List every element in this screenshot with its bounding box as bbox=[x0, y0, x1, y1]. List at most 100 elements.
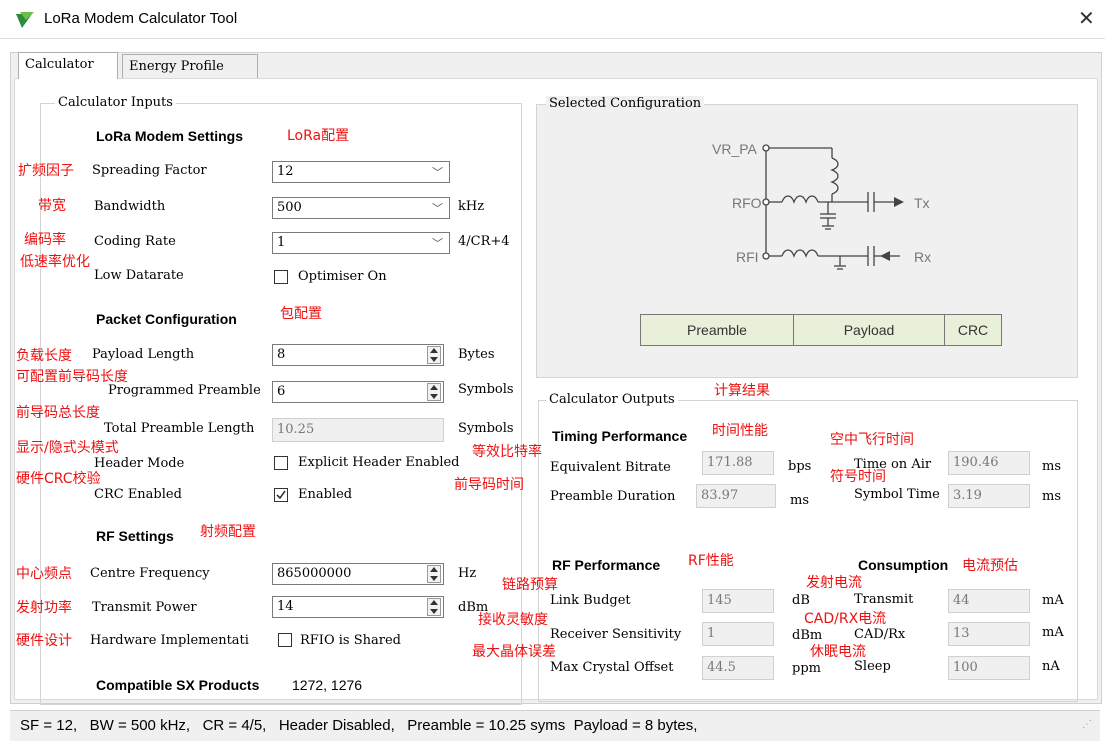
preamble-label: Programmed Preamble bbox=[108, 383, 261, 398]
hw-checkbox[interactable] bbox=[278, 633, 292, 647]
ldr-checkbox[interactable] bbox=[274, 270, 288, 284]
freq-note: 中心频点 bbox=[16, 566, 72, 582]
freq-unit: Hz bbox=[458, 566, 477, 581]
eq-field: 171.88 bbox=[702, 451, 774, 475]
status-bar: SF = 12, BW = 500 kHz, CR = 4/5, Header … bbox=[10, 710, 1100, 741]
freq-label: Centre Frequency bbox=[90, 566, 210, 581]
crc-note: 硬件CRC校验 bbox=[16, 471, 101, 487]
header-label: Header Mode bbox=[94, 456, 185, 471]
cr-value: 1 bbox=[277, 235, 286, 250]
payload-unit: Bytes bbox=[458, 347, 495, 362]
header-check-label: Explicit Header Enabled bbox=[298, 455, 460, 470]
chevron-down-icon: ﹀ bbox=[432, 166, 443, 179]
header-checkbox[interactable] bbox=[274, 456, 288, 470]
tab-energy-profile[interactable]: Energy Profile bbox=[122, 54, 258, 78]
pd-unit: ms bbox=[790, 493, 809, 508]
rfo-label: RFO bbox=[732, 195, 762, 211]
chevron-down-icon: ﹀ bbox=[432, 202, 443, 215]
pd-field: 83.97 bbox=[696, 484, 776, 508]
rf-perf-note: RF性能 bbox=[688, 553, 734, 569]
spin-arrows-icon[interactable] bbox=[427, 383, 441, 401]
eq-unit: bps bbox=[788, 459, 812, 474]
spin-arrows-icon[interactable] bbox=[427, 598, 441, 616]
consumption-note: 电流预估 bbox=[962, 558, 1018, 574]
calculator-inputs-title: Calculator Inputs bbox=[55, 95, 176, 110]
compat-label: Compatible SX Products bbox=[96, 677, 260, 693]
modem-note: LoRa配置 bbox=[287, 128, 350, 144]
preamble-spinbox[interactable]: 6 bbox=[272, 381, 444, 403]
mco-unit: ppm bbox=[792, 661, 821, 676]
st-label: Symbol Time bbox=[854, 487, 940, 502]
cad-unit: mA bbox=[1042, 625, 1064, 640]
total-label: Total Preamble Length bbox=[104, 421, 255, 436]
payload-spinbox[interactable]: 8 bbox=[272, 344, 444, 366]
header-note: 显示/隐式头模式 bbox=[16, 440, 119, 456]
tx-current-unit: mA bbox=[1042, 593, 1064, 608]
crc-checkbox[interactable] bbox=[274, 488, 288, 502]
lora-logo-icon bbox=[14, 10, 36, 30]
mco-note: 最大晶体误差 bbox=[472, 644, 556, 660]
rx-label: Rx bbox=[914, 249, 932, 265]
sf-label: Spreading Factor bbox=[92, 163, 207, 178]
preamble-value: 6 bbox=[277, 384, 286, 399]
ldr-label: Low Datarate bbox=[94, 268, 184, 283]
tx-current-note: 发射电流 bbox=[806, 575, 862, 591]
sleep-unit: nA bbox=[1042, 659, 1060, 674]
total-unit: Symbols bbox=[458, 421, 514, 436]
vr-pa-label: VR_PA bbox=[712, 141, 757, 157]
hw-check-label: RFIO is Shared bbox=[300, 633, 401, 648]
ldr-check-label: Optimiser On bbox=[298, 269, 387, 284]
cr-select[interactable]: 1 ﹀ bbox=[272, 232, 450, 254]
toa-unit: ms bbox=[1042, 459, 1061, 474]
rf-note: 射频配置 bbox=[200, 524, 256, 540]
tx-current-field: 44 bbox=[948, 589, 1030, 613]
window-title: LoRa Modem Calculator Tool bbox=[44, 10, 238, 27]
tx-label: Tx bbox=[914, 195, 930, 211]
selected-config-title: Selected Configuration bbox=[546, 96, 705, 111]
preamble-unit: Symbols bbox=[458, 382, 514, 397]
bw-note: 带宽 bbox=[38, 198, 66, 214]
pd-label: Preamble Duration bbox=[550, 489, 676, 504]
timing-note: 时间性能 bbox=[712, 423, 768, 439]
freq-value: 865000000 bbox=[277, 566, 352, 581]
hw-label: Hardware Implementati bbox=[90, 633, 249, 648]
power-spinbox[interactable]: 14 bbox=[272, 596, 444, 618]
bw-label: Bandwidth bbox=[94, 199, 166, 214]
ldr-note: 低速率优化 bbox=[20, 254, 90, 270]
payload-value: 8 bbox=[277, 347, 286, 362]
payload-label: Payload Length bbox=[92, 347, 195, 362]
close-icon[interactable]: ✕ bbox=[1078, 6, 1095, 30]
eq-label: Equivalent Bitrate bbox=[550, 460, 671, 475]
crc-check-label: Enabled bbox=[298, 487, 353, 502]
total-field: 10.25 bbox=[272, 418, 444, 442]
calculator-outputs-title: Calculator Outputs bbox=[546, 392, 678, 407]
freq-spinbox[interactable]: 865000000 bbox=[272, 563, 444, 585]
outputs-note: 计算结果 bbox=[714, 383, 770, 399]
cad-field: 13 bbox=[948, 622, 1030, 646]
bw-value: 500 bbox=[277, 200, 302, 215]
lb-note: 链路预算 bbox=[502, 577, 558, 593]
consumption-heading: Consumption bbox=[858, 557, 949, 573]
power-value: 14 bbox=[277, 599, 294, 614]
cr-label: Coding Rate bbox=[94, 234, 176, 249]
hw-note: 硬件设计 bbox=[16, 633, 72, 649]
bw-unit: kHz bbox=[458, 199, 485, 214]
rfi-label: RFI bbox=[736, 249, 759, 265]
lb-unit: dB bbox=[792, 593, 810, 608]
chevron-down-icon: ﹀ bbox=[432, 237, 443, 250]
resize-grip-icon[interactable]: ⋰ bbox=[1082, 719, 1092, 730]
tab-calculator[interactable]: Calculator bbox=[18, 52, 118, 79]
cad-note: CAD/RX电流 bbox=[804, 611, 887, 627]
timing-heading: Timing Performance bbox=[552, 428, 688, 444]
packet-note: 包配置 bbox=[280, 306, 322, 322]
bw-select[interactable]: 500 ﹀ bbox=[272, 197, 450, 219]
sf-select[interactable]: 12 ﹀ bbox=[272, 161, 450, 183]
spin-arrows-icon[interactable] bbox=[427, 346, 441, 364]
st-unit: ms bbox=[1042, 489, 1061, 504]
packet-heading: Packet Configuration bbox=[96, 311, 237, 327]
cr-unit: 4/CR+4 bbox=[458, 234, 510, 249]
sleep-label: Sleep bbox=[854, 659, 891, 674]
packet-crc: CRC bbox=[944, 314, 1002, 346]
lb-field: 145 bbox=[702, 589, 774, 613]
spin-arrows-icon[interactable] bbox=[427, 565, 441, 583]
